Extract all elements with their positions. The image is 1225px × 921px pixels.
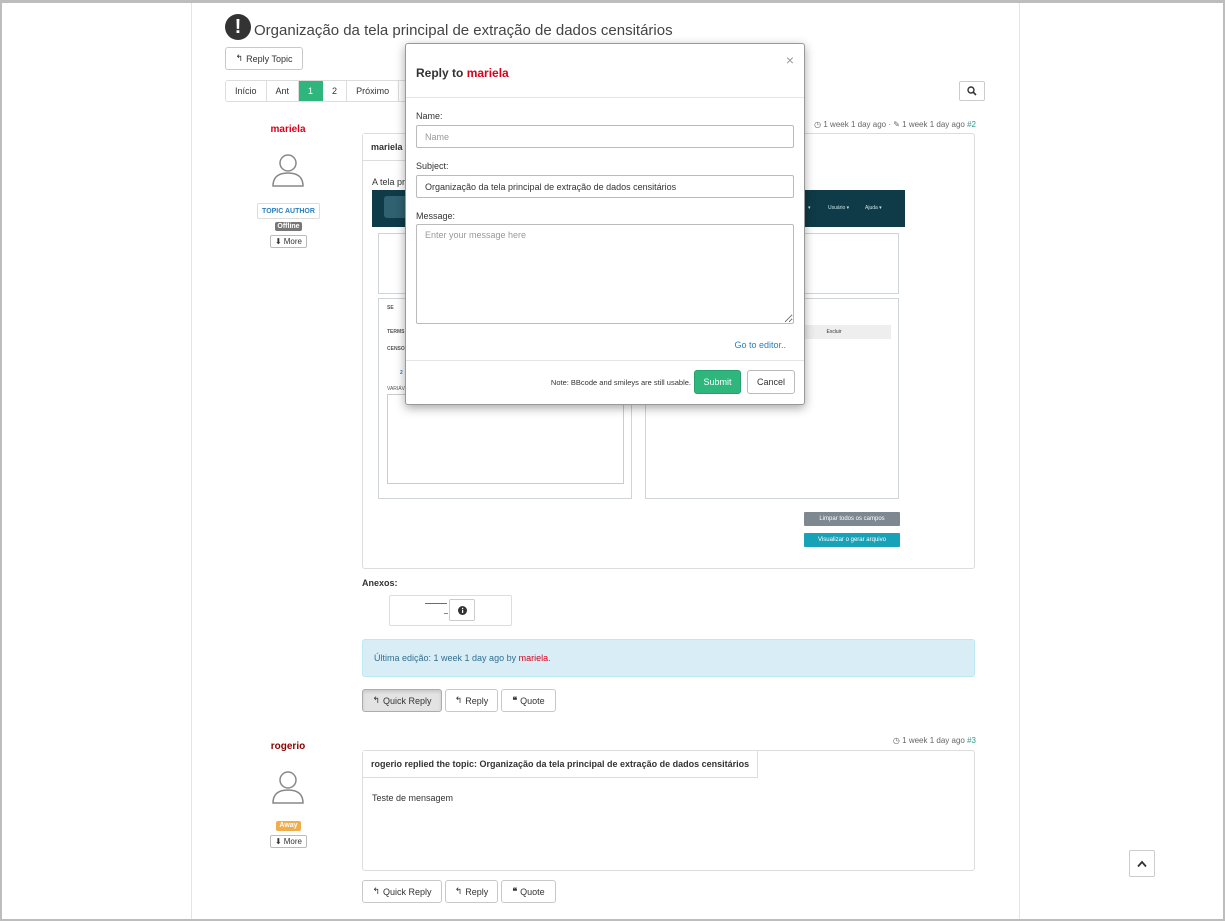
cancel-button[interactable]: Cancel	[747, 370, 795, 394]
arrow-down-icon: ⬇	[275, 837, 282, 846]
status-badge-offline: Offline	[275, 222, 302, 231]
screenshot-menu-3: Ajuda ▾	[865, 205, 882, 211]
post2-header: rogerio replied the topic: Organização d…	[363, 751, 759, 778]
last-edit-note: Última edição: 1 week 1 day ago by marie…	[362, 639, 975, 677]
screenshot-text-2: CENSO	[387, 346, 405, 352]
arrow-down-icon: ⬇	[275, 237, 282, 246]
reply-icon: ↰	[372, 886, 381, 896]
search-icon	[967, 86, 977, 96]
attachment-thumbnail[interactable]	[389, 595, 512, 626]
content-border-left	[191, 0, 192, 921]
subject-label: Subject:	[416, 161, 449, 171]
post1-more-button[interactable]: ⬇ More	[270, 235, 307, 248]
post2-quote-button[interactable]: ❝ Quote	[501, 880, 556, 903]
page-next[interactable]: Próximo	[347, 81, 400, 101]
message-label: Message:	[416, 211, 456, 221]
screenshot-menu-2: Usuário ▾	[828, 205, 850, 211]
name-input[interactable]	[416, 125, 794, 148]
post1-author-name[interactable]: mariela	[228, 124, 348, 135]
screenshot-text-1: TERMS	[387, 329, 405, 335]
screenshot-textarea	[387, 394, 624, 484]
quote-icon: ❝	[512, 695, 518, 705]
pagination: Início Ant 1 2 Próximo F	[225, 80, 425, 102]
post2-body: rogerio replied the topic: Organização d…	[362, 750, 975, 871]
reply-icon: ↰	[454, 886, 463, 896]
post1-quick-reply-button[interactable]: ↰ Quick Reply	[362, 689, 442, 712]
post1-quote-button[interactable]: ❝ Quote	[501, 689, 556, 712]
reply-icon: ↰	[454, 695, 463, 705]
topic-title: Organização da tela principal de extraçã…	[254, 22, 673, 39]
user-avatar-icon	[272, 154, 304, 187]
user-avatar-icon	[272, 771, 304, 804]
exclamation-circle-icon: !	[225, 14, 251, 40]
go-to-editor-link[interactable]: Go to editor..	[734, 340, 786, 350]
edit-icon: ✎	[893, 120, 900, 129]
modal-footer-divider	[406, 360, 804, 361]
info-icon	[457, 605, 467, 615]
attachment-preview-mark	[444, 613, 448, 614]
post2-text: Teste de mensagem	[372, 793, 454, 803]
post2-author-name[interactable]: rogerio	[228, 741, 348, 752]
modal-header-divider	[406, 97, 804, 98]
reply-topic-button[interactable]: ↰ Reply Topic	[225, 47, 303, 70]
modal-title: Reply to mariela	[416, 66, 509, 80]
post2-more-button[interactable]: ⬇ More	[270, 835, 307, 848]
screenshot-section-title: SE	[387, 305, 394, 311]
post2-quick-reply-button[interactable]: ↰ Quick Reply	[362, 880, 442, 903]
message-textarea[interactable]	[416, 224, 794, 324]
page-first[interactable]: Início	[226, 81, 267, 101]
scroll-to-top-button[interactable]	[1129, 850, 1155, 877]
search-button[interactable]	[959, 81, 985, 101]
content-border-right	[1019, 0, 1020, 921]
post1-text: A tela pr	[372, 177, 406, 187]
modal-title-user: mariela	[466, 66, 509, 80]
screenshot-text-3: 2	[400, 370, 403, 376]
page-2[interactable]: 2	[323, 81, 348, 101]
attachment-preview	[425, 603, 447, 604]
page-1[interactable]: 1	[299, 81, 324, 101]
screenshot-menu-1: ▾	[808, 205, 811, 211]
attachment-info-button[interactable]	[449, 599, 475, 621]
post1-reply-button[interactable]: ↰ Reply	[445, 689, 498, 712]
clock-icon: ◷	[892, 736, 900, 745]
submit-button[interactable]: Submit	[694, 370, 741, 394]
subject-input[interactable]	[416, 175, 794, 198]
reply-icon: ↰	[372, 695, 381, 705]
last-edit-user-link[interactable]: mariela	[519, 653, 549, 663]
name-label: Name:	[416, 111, 443, 121]
screenshot-clear-button: Limpar todos os campos	[804, 512, 900, 526]
screenshot-generate-button: Visualizar o gerar arquivo	[804, 533, 900, 547]
reply-modal: × Reply to mariela Name: Subject: Messag…	[405, 43, 805, 405]
reply-icon: ↰	[235, 53, 244, 63]
post1-number-link[interactable]: #2	[967, 120, 976, 129]
close-icon[interactable]: ×	[786, 52, 794, 68]
post2-meta: ◷ 1 week 1 day ago #3	[892, 736, 976, 745]
status-badge-away: Away	[276, 821, 301, 831]
attachments-label: Anexos:	[362, 578, 398, 588]
topic-author-badge: TOPIC AUTHOR	[257, 203, 320, 219]
chevron-up-icon	[1137, 860, 1147, 867]
page-prev[interactable]: Ant	[266, 81, 300, 101]
post2-reply-button[interactable]: ↰ Reply	[445, 880, 498, 903]
bbcode-note: Note: BBcode and smileys are still usabl…	[550, 378, 691, 387]
quote-icon: ❝	[512, 886, 518, 896]
post2-number-link[interactable]: #3	[967, 736, 976, 745]
post1-meta: ◷ 1 week 1 day ago · ✎ 1 week 1 day ago …	[814, 120, 976, 129]
clock-icon: ◷	[814, 120, 822, 129]
